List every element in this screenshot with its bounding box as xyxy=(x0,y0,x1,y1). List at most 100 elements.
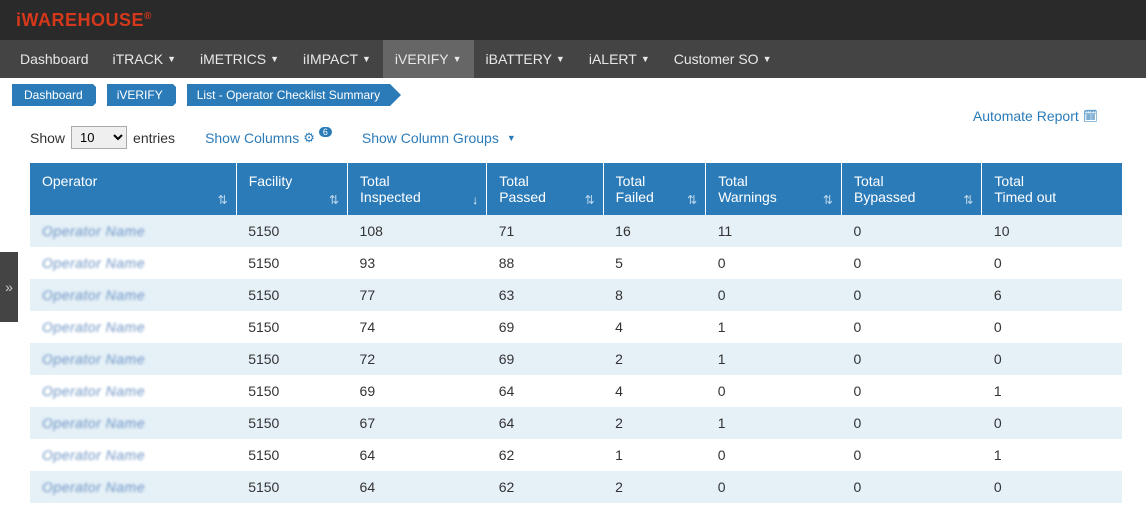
operator-link[interactable]: Operator Name xyxy=(42,447,145,463)
automate-report-link[interactable]: Automate Report 🗓 xyxy=(973,108,1098,124)
cell-bypassed: 0 xyxy=(841,247,981,279)
cell-failed: 2 xyxy=(603,343,706,375)
columns-badge: 6 xyxy=(319,127,332,137)
nav-item-iverify[interactable]: iVERIFY▼ xyxy=(383,40,474,78)
table-row: Operator Name515072692100 xyxy=(30,343,1122,375)
operator-link[interactable]: Operator Name xyxy=(42,383,145,399)
brand-reg: ® xyxy=(144,11,152,22)
cell-failed: 8 xyxy=(603,279,706,311)
show-label: Show xyxy=(30,130,65,146)
breadcrumb-2[interactable]: List - Operator Checklist Summary xyxy=(187,84,390,106)
cell-bypassed: 0 xyxy=(841,375,981,407)
chevron-down-icon: ▼ xyxy=(763,54,772,64)
cell-operator[interactable]: Operator Name xyxy=(30,311,236,343)
operator-link[interactable]: Operator Name xyxy=(42,351,145,367)
operator-link[interactable]: Operator Name xyxy=(42,287,145,303)
table-row: Operator Name515064621001 xyxy=(30,439,1122,471)
operator-link[interactable]: Operator Name xyxy=(42,255,145,271)
calendar-icon: 🗓 xyxy=(1083,109,1098,123)
chevron-down-icon: ▼ xyxy=(453,54,462,64)
cell-passed: 62 xyxy=(487,471,603,503)
table-row: Operator Name515093885000 xyxy=(30,247,1122,279)
cell-timedout: 1 xyxy=(982,439,1122,471)
sort-icon: ↓ xyxy=(472,193,478,207)
entries-label: entries xyxy=(133,130,175,146)
gear-icon: ⚙ xyxy=(303,130,315,146)
breadcrumb-1[interactable]: iVERIFY xyxy=(107,84,173,106)
automate-report-label: Automate Report xyxy=(973,108,1079,124)
cell-bypassed: 0 xyxy=(841,343,981,375)
cell-inspected: 72 xyxy=(348,343,487,375)
cell-bypassed: 0 xyxy=(841,215,981,247)
cell-operator[interactable]: Operator Name xyxy=(30,343,236,375)
page-size-select[interactable]: 10 xyxy=(71,126,127,149)
cell-passed: 64 xyxy=(487,407,603,439)
operator-link[interactable]: Operator Name xyxy=(42,479,145,495)
content: » Automate Report 🗓 Show 10 entries Show… xyxy=(0,112,1146,503)
cell-operator[interactable]: Operator Name xyxy=(30,215,236,247)
breadcrumb-0[interactable]: Dashboard xyxy=(12,84,93,106)
col-header-total-bypassed[interactable]: TotalBypassed⇅ xyxy=(841,163,981,215)
cell-warnings: 11 xyxy=(706,215,842,247)
operator-link[interactable]: Operator Name xyxy=(42,319,145,335)
cell-facility: 5150 xyxy=(236,471,347,503)
cell-inspected: 67 xyxy=(348,407,487,439)
col-header-facility[interactable]: Facility⇅ xyxy=(236,163,347,215)
cell-operator[interactable]: Operator Name xyxy=(30,247,236,279)
operator-link[interactable]: Operator Name xyxy=(42,415,145,431)
nav-item-imetrics[interactable]: iMETRICS▼ xyxy=(188,40,291,78)
nav-item-iimpact[interactable]: iIMPACT▼ xyxy=(291,40,383,78)
table-controls: Show 10 entries Show Columns ⚙ 6 Show Col… xyxy=(30,112,1122,163)
main-nav: DashboardiTRACK▼iMETRICS▼iIMPACT▼iVERIFY… xyxy=(0,40,1146,78)
nav-item-label: iIMPACT xyxy=(303,51,358,67)
col-header-total-failed[interactable]: TotalFailed⇅ xyxy=(603,163,706,215)
cell-warnings: 0 xyxy=(706,375,842,407)
cell-operator[interactable]: Operator Name xyxy=(30,375,236,407)
col-header-total-inspected[interactable]: TotalInspected↓ xyxy=(348,163,487,215)
operator-link[interactable]: Operator Name xyxy=(42,223,145,239)
nav-item-customer-so[interactable]: Customer SO▼ xyxy=(662,40,784,78)
show-columns-label: Show Columns xyxy=(205,130,299,146)
cell-passed: 64 xyxy=(487,375,603,407)
cell-passed: 62 xyxy=(487,439,603,471)
cell-timedout: 0 xyxy=(982,471,1122,503)
nav-item-ialert[interactable]: iALERT▼ xyxy=(577,40,662,78)
cell-facility: 5150 xyxy=(236,407,347,439)
cell-facility: 5150 xyxy=(236,439,347,471)
col-header-operator[interactable]: Operator⇅ xyxy=(30,163,236,215)
show-column-groups-label: Show Column Groups xyxy=(362,130,499,146)
cell-facility: 5150 xyxy=(236,311,347,343)
sidebar-expand-toggle[interactable]: » xyxy=(0,252,18,322)
nav-item-dashboard[interactable]: Dashboard xyxy=(8,40,101,78)
cell-warnings: 1 xyxy=(706,311,842,343)
cell-inspected: 74 xyxy=(348,311,487,343)
brand-rest: WAREHOUSE xyxy=(22,10,145,30)
cell-facility: 5150 xyxy=(236,279,347,311)
cell-operator[interactable]: Operator Name xyxy=(30,407,236,439)
nav-item-label: Dashboard xyxy=(20,51,89,67)
cell-failed: 16 xyxy=(603,215,706,247)
table-row: Operator Name515067642100 xyxy=(30,407,1122,439)
cell-inspected: 108 xyxy=(348,215,487,247)
show-columns-button[interactable]: Show Columns ⚙ 6 xyxy=(205,130,332,146)
show-column-groups-button[interactable]: Show Column Groups ▼ xyxy=(362,130,516,146)
cell-operator[interactable]: Operator Name xyxy=(30,471,236,503)
chevron-down-icon: ▼ xyxy=(507,133,516,143)
cell-passed: 69 xyxy=(487,311,603,343)
col-header-total-passed[interactable]: TotalPassed⇅ xyxy=(487,163,603,215)
brand-logo: iWAREHOUSE® xyxy=(16,10,152,31)
cell-operator[interactable]: Operator Name xyxy=(30,279,236,311)
table-row: Operator Name515077638006 xyxy=(30,279,1122,311)
sort-icon: ⇅ xyxy=(823,193,833,207)
nav-item-label: iALERT xyxy=(589,51,637,67)
nav-item-ibattery[interactable]: iBATTERY▼ xyxy=(474,40,577,78)
cell-facility: 5150 xyxy=(236,375,347,407)
cell-passed: 71 xyxy=(487,215,603,247)
col-header-total-warnings[interactable]: TotalWarnings⇅ xyxy=(706,163,842,215)
cell-operator[interactable]: Operator Name xyxy=(30,439,236,471)
sort-icon: ⇅ xyxy=(329,193,339,207)
cell-timedout: 1 xyxy=(982,375,1122,407)
cell-warnings: 0 xyxy=(706,439,842,471)
col-header-total-timed-out[interactable]: TotalTimed out xyxy=(982,163,1122,215)
nav-item-itrack[interactable]: iTRACK▼ xyxy=(101,40,188,78)
